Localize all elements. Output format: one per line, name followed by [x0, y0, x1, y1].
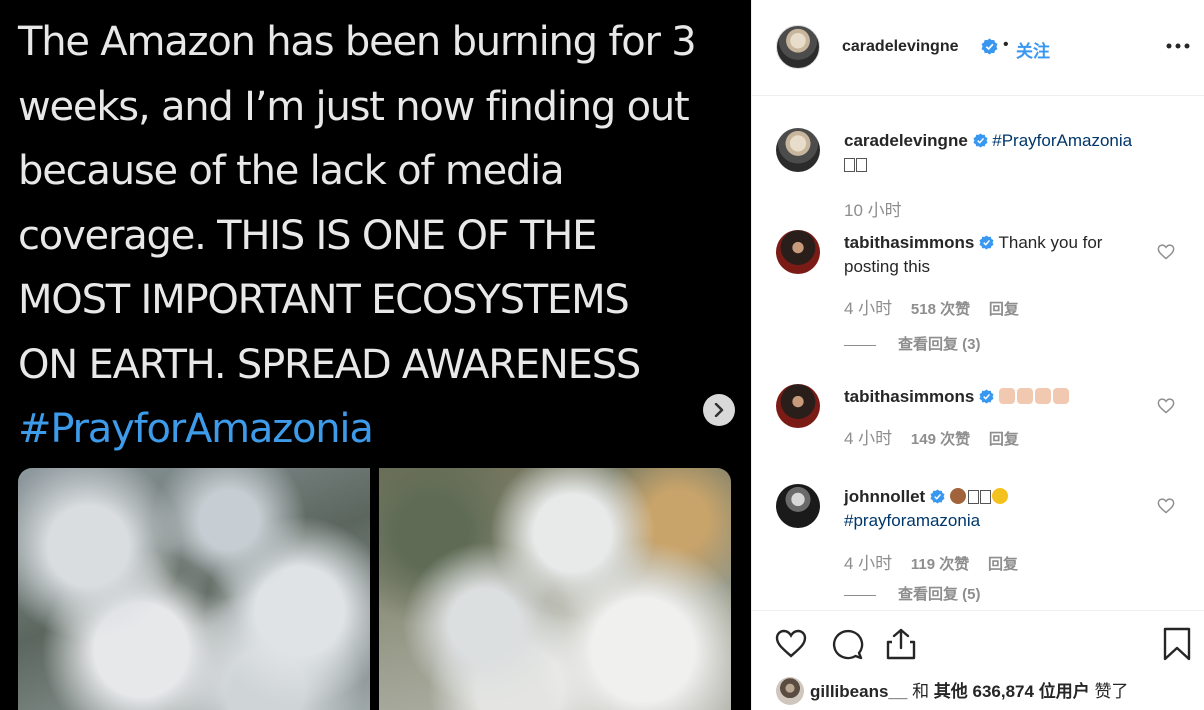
like-heart-icon[interactable] [774, 627, 808, 661]
caption-username[interactable]: caradelevingne [844, 131, 968, 150]
chevron-right-icon [714, 403, 724, 417]
comment-text: tabithasimmons [844, 385, 1144, 409]
astonished-emoji [991, 487, 1010, 506]
view-replies-label[interactable]: 查看回复 (3) [898, 336, 981, 353]
post-sidebar: caradelevingne • 关注 caradelevingne #Pray… [751, 0, 1204, 710]
caption-emoji [844, 155, 868, 174]
comment-meta: 4 小时 518 次赞 回复 [844, 294, 1033, 319]
tweet-line: MOST IMPORTANT ECOSYSTEMS [18, 277, 630, 323]
verified-badge-icon [930, 489, 945, 504]
tweet-line: weeks, and I’m just now finding out [18, 83, 690, 130]
bookmark-icon[interactable] [1160, 627, 1194, 661]
view-replies[interactable]: 查看回复 (5) [844, 583, 981, 604]
caption-time[interactable]: 10 小时 [844, 201, 902, 220]
caption-hashtag[interactable]: #PrayforAmazonia [992, 131, 1132, 150]
comment-likes[interactable]: 119 次赞 [911, 556, 969, 573]
separator-dot: • [1003, 36, 1009, 53]
likes-and: 和 [912, 682, 930, 701]
follow-button[interactable]: 关注 [1016, 37, 1050, 62]
comment-time[interactable]: 4 小时 [844, 299, 892, 318]
comment-hashtag[interactable]: #prayforamazonia [844, 511, 980, 530]
author-username[interactable]: caradelevingne [842, 38, 959, 56]
monkey-emoji [949, 487, 968, 506]
likes-summary: gillibeans__ 和 其他 636,874 位用户 赞了 [776, 677, 1128, 705]
verified-badge-icon [981, 38, 998, 55]
carousel-next-button[interactable] [703, 394, 735, 426]
comment-likes[interactable]: 518 次赞 [911, 301, 970, 318]
comment-meta: 4 小时 119 次赞 回复 [844, 549, 1032, 574]
caption-text: caradelevingne #PrayforAmazonia [844, 129, 1144, 177]
comment-time[interactable]: 4 小时 [844, 429, 892, 448]
comments-list[interactable]: caradelevingne #PrayforAmazonia 10 小时 ta… [752, 96, 1204, 610]
likes-liked: 赞了 [1094, 682, 1129, 701]
view-replies-label[interactable]: 查看回复 (5) [898, 586, 981, 603]
tweet-line: because of the lack of media [18, 148, 565, 194]
verified-badge-icon [979, 389, 994, 404]
avatar[interactable] [776, 677, 804, 705]
tweet-screenshot-text: The Amazon has been burning for 3 weeks,… [18, 10, 708, 462]
comment-bubble-icon[interactable] [830, 627, 864, 661]
view-replies[interactable]: 查看回复 (3) [844, 333, 981, 354]
post-media: The Amazon has been burning for 3 weeks,… [0, 0, 751, 710]
like-comment-heart-icon[interactable] [1157, 244, 1175, 260]
tweet-line: coverage. THIS IS ONE OF THE [18, 212, 597, 259]
verified-badge-icon [972, 133, 988, 148]
reply-button[interactable]: 回复 [989, 431, 1019, 448]
like-comment-heart-icon[interactable] [1157, 398, 1175, 414]
liker-username[interactable]: gillibeans__ [810, 682, 907, 701]
fire-smoke-photo-left [18, 468, 370, 710]
like-comment-heart-icon[interactable] [1157, 498, 1175, 514]
caption-meta: 10 小时 [844, 196, 916, 221]
divider [844, 344, 876, 346]
avatar[interactable] [776, 384, 820, 428]
reply-button[interactable]: 回复 [988, 556, 1018, 573]
tweet-line: The Amazon has been burning for 3 [18, 19, 697, 65]
comment-username[interactable]: johnnollet [844, 487, 925, 506]
comment-meta: 4 小时 149 次赞 回复 [844, 424, 1033, 449]
likes-others-count[interactable]: 其他 636,874 位用户 [934, 682, 1090, 701]
comment-time[interactable]: 4 小时 [844, 554, 892, 573]
comment-username[interactable]: tabithasimmons [844, 387, 974, 406]
divider [844, 594, 876, 596]
avatar[interactable] [776, 128, 820, 172]
tweet-line: ON EARTH. SPREAD AWARENESS [18, 341, 641, 388]
comment-text: tabithasimmons Thank you for posting thi… [844, 231, 1144, 279]
comment-username[interactable]: tabithasimmons [844, 233, 974, 252]
reply-button[interactable]: 回复 [989, 301, 1019, 318]
verified-badge-icon [979, 235, 994, 250]
tweet-hashtag: #PrayforAmazonia [18, 406, 374, 452]
avatar[interactable] [776, 484, 820, 528]
unknown-glyphs [967, 487, 992, 506]
avatar[interactable] [776, 25, 820, 69]
clapping-hands-emoji [998, 387, 1071, 406]
post-actions-bar: gillibeans__ 和 其他 636,874 位用户 赞了 [752, 610, 1204, 710]
more-options-icon[interactable] [1166, 42, 1190, 50]
comment-text: johnnollet #prayforamazonia [844, 485, 1144, 533]
post-header: caradelevingne • 关注 [752, 0, 1204, 96]
fire-smoke-photo-right [379, 468, 731, 710]
comment-likes[interactable]: 149 次赞 [911, 431, 970, 448]
avatar[interactable] [776, 230, 820, 274]
tweet-photos [18, 468, 731, 710]
share-icon[interactable] [884, 627, 918, 661]
